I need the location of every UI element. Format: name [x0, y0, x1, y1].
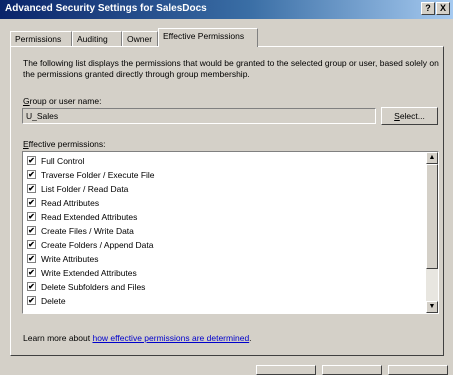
learn-more-text: Learn more about how effective permissio… [23, 333, 252, 343]
effective-permissions-help-link[interactable]: how effective permissions are determined [92, 333, 249, 343]
permission-label: Read Attributes [41, 198, 100, 208]
permission-label: Create Files / Write Data [41, 226, 134, 236]
checkbox[interactable]: ✔ [27, 282, 36, 291]
permission-label: Write Extended Attributes [41, 268, 137, 278]
close-button[interactable]: X [436, 2, 450, 15]
permission-label: Read Extended Attributes [41, 212, 138, 222]
checkbox[interactable]: ✔ [27, 296, 36, 305]
title-bar: Advanced Security Settings for SalesDocs… [0, 0, 453, 19]
permission-label: Delete Subfolders and Files [41, 282, 146, 292]
apply-button[interactable] [388, 365, 448, 375]
checkbox[interactable]: ✔ [27, 240, 36, 249]
learn-more-suffix: . [249, 333, 252, 343]
effective-permissions-label: Effective permissions: [23, 139, 106, 149]
tab-auditing[interactable]: Auditing [72, 31, 122, 46]
checkbox[interactable]: ✔ [27, 184, 36, 193]
permission-label: Full Control [41, 156, 85, 166]
checkbox[interactable]: ✔ [27, 268, 36, 277]
tab-permissions[interactable]: Permissions [10, 31, 72, 46]
description-text: The following list displays the permissi… [23, 58, 439, 79]
permission-label: Create Folders / Append Data [41, 240, 154, 250]
select-button[interactable]: Select... [381, 107, 438, 125]
scroll-thumb[interactable] [426, 164, 438, 269]
checkbox[interactable]: ✔ [27, 170, 36, 179]
checkbox[interactable]: ✔ [27, 254, 36, 263]
scroll-up-icon[interactable]: ▲ [426, 152, 438, 164]
group-name-field[interactable]: U_Sales [22, 108, 376, 124]
checkbox[interactable]: ✔ [27, 156, 36, 165]
help-button[interactable]: ? [421, 2, 435, 15]
learn-more-prefix: Learn more about [23, 333, 93, 343]
checkbox[interactable]: ✔ [27, 212, 36, 221]
permission-label: Traverse Folder / Execute File [41, 170, 155, 180]
permission-label: Delete [41, 296, 66, 306]
tab-owner[interactable]: Owner [122, 31, 158, 46]
scroll-down-icon[interactable]: ▼ [426, 301, 438, 313]
window-title: Advanced Security Settings for SalesDocs [5, 3, 207, 14]
permission-label: Write Attributes [41, 254, 99, 264]
permission-label: List Folder / Read Data [41, 184, 129, 194]
cancel-button[interactable] [322, 365, 382, 375]
checkbox[interactable]: ✔ [27, 198, 36, 207]
checkbox[interactable]: ✔ [27, 226, 36, 235]
tab-effective-permissions[interactable]: Effective Permissions [158, 28, 258, 47]
permissions-list[interactable]: ✔ Full Control ✔ Traverse Folder / Execu… [22, 151, 439, 314]
ok-button[interactable] [256, 365, 316, 375]
vertical-scrollbar[interactable]: ▲ ▼ [426, 152, 438, 313]
group-label: Group or user name: [23, 96, 102, 106]
